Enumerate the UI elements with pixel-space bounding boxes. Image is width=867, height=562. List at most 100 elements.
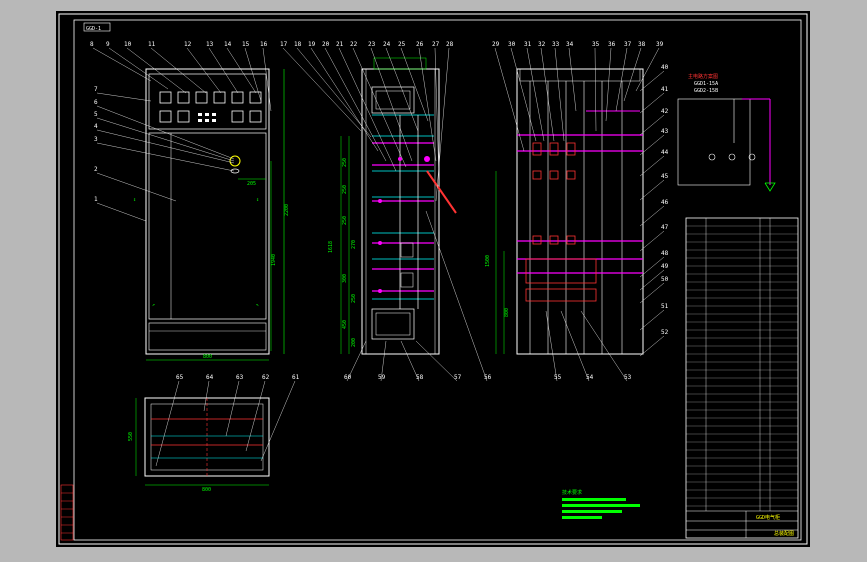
callout-35: 35 [592, 41, 600, 48]
leader-line [150, 47, 207, 94]
callout-29: 29 [492, 41, 500, 48]
leader-line [639, 230, 665, 252]
callout-1: 1 [94, 196, 98, 203]
callout-8: 8 [90, 41, 94, 48]
leader-line [510, 47, 537, 142]
leader-line [338, 47, 397, 172]
leader-line [155, 380, 180, 467]
svg-text:↖: ↖ [256, 302, 259, 308]
leader-line [494, 47, 525, 152]
svg-text:↗: ↗ [152, 302, 155, 308]
leader-line [126, 47, 187, 94]
leader-line [554, 47, 565, 142]
leader-line [262, 47, 272, 112]
callout-47: 47 [661, 224, 669, 231]
leader-line [96, 92, 152, 102]
callout-36: 36 [608, 41, 616, 48]
callout-54: 54 [586, 374, 594, 381]
callout-38: 38 [638, 41, 646, 48]
leader-line [639, 205, 665, 227]
side-total-dim: 1618 [328, 241, 334, 253]
side-dim-b: 250 [342, 185, 348, 194]
callout-61: 61 [292, 374, 300, 381]
inner-frame [73, 19, 802, 541]
side-dim-g: 270 [351, 240, 357, 249]
callout-17: 17 [280, 41, 288, 48]
leader-line [400, 47, 429, 122]
leader-line [540, 47, 555, 142]
callout-56: 56 [484, 374, 492, 381]
callout-10: 10 [124, 41, 132, 48]
leader-line [92, 47, 152, 82]
leader-line [639, 335, 665, 357]
leader-line [244, 47, 262, 102]
callout-49: 49 [661, 263, 669, 270]
callout-32: 32 [538, 41, 546, 48]
callout-5: 5 [94, 111, 98, 118]
leader-line [260, 380, 296, 462]
side-dim-d: 300 [342, 274, 348, 283]
leader-line [639, 282, 665, 304]
callout-16: 16 [260, 41, 268, 48]
leader-line [296, 47, 372, 138]
leader-line [560, 310, 590, 382]
leader-line [605, 47, 612, 122]
callout-6: 6 [94, 99, 98, 106]
leader-line [639, 309, 665, 331]
revision-strip [60, 484, 74, 541]
callout-41: 41 [661, 86, 669, 93]
callout-26: 26 [416, 41, 424, 48]
leader-line [594, 47, 597, 132]
callout-33: 33 [552, 41, 560, 48]
schematic-sub-1: GGD1-15A [694, 81, 718, 87]
leader-line [526, 47, 545, 142]
callout-57: 57 [454, 374, 462, 381]
front-view: ↕ ↗ ↖ ↕ 800 2200 1940 205 [133, 68, 290, 361]
leader-line [568, 47, 577, 112]
leader-line [418, 47, 437, 162]
callout-44: 44 [661, 149, 669, 156]
callout-12: 12 [184, 41, 192, 48]
leader-line [186, 47, 222, 94]
notes-header: 技术要求 [562, 489, 582, 496]
callout-39: 39 [656, 41, 664, 48]
callout-4: 4 [94, 123, 98, 130]
leader-line [434, 47, 440, 182]
callout-19: 19 [308, 41, 316, 48]
callout-53: 53 [624, 374, 632, 381]
callout-60: 60 [344, 374, 352, 381]
side-dim-e: 450 [342, 320, 348, 329]
callout-13: 13 [206, 41, 214, 48]
rear-dim-a: 1500 [485, 255, 491, 267]
leader-line [370, 47, 413, 162]
plan-depth-dim: 550 [128, 432, 134, 441]
callout-11: 11 [148, 41, 156, 48]
leader-line [385, 47, 419, 132]
side-dim-c: 250 [342, 216, 348, 225]
callout-24: 24 [383, 41, 391, 48]
callout-58: 58 [416, 374, 424, 381]
title-tag: GGD-1 [86, 26, 101, 32]
callout-55: 55 [554, 374, 562, 381]
side-dim-h: 200 [351, 338, 357, 347]
callout-3: 3 [94, 136, 98, 143]
callout-34: 34 [566, 41, 574, 48]
callout-18: 18 [294, 41, 302, 48]
schematic-sub-2: GGD2-15B [694, 88, 718, 94]
callout-21: 21 [336, 41, 344, 48]
callout-15: 15 [242, 41, 250, 48]
leader-line [545, 310, 558, 382]
plan-width-dim: 800 [202, 487, 211, 493]
title-block-name: GGD电气柜 [756, 514, 780, 521]
callout-7: 7 [94, 86, 98, 93]
callout-42: 42 [661, 108, 669, 115]
callout-23: 23 [368, 41, 376, 48]
callout-65: 65 [176, 374, 184, 381]
callout-28: 28 [446, 41, 454, 48]
callout-14: 14 [224, 41, 232, 48]
leader-line [96, 172, 177, 202]
rear-dim-b: 800 [504, 308, 510, 317]
callout-48: 48 [661, 250, 669, 257]
callout-22: 22 [350, 41, 358, 48]
leader-line [310, 47, 379, 152]
